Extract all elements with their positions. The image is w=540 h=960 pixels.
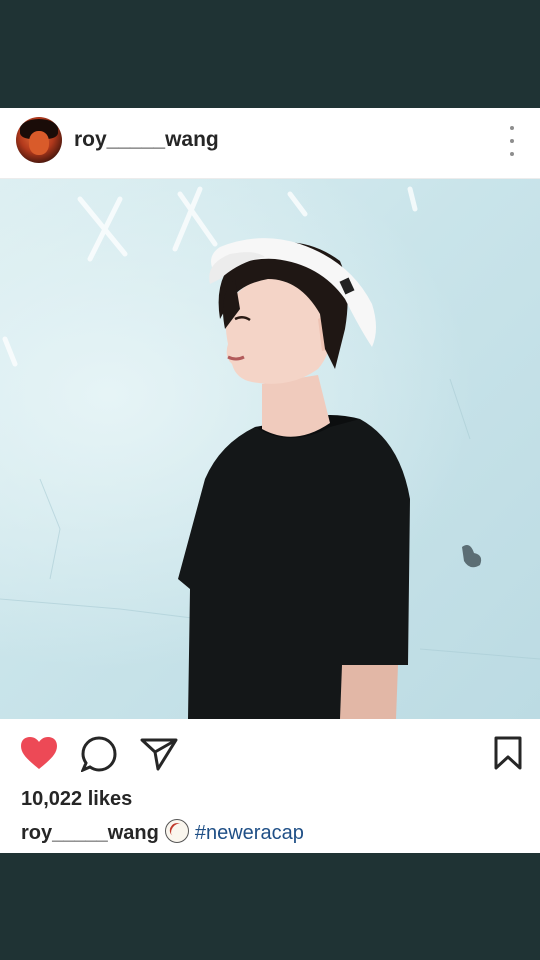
likes-count[interactable]: 10,022 likes (21, 788, 132, 811)
baseball-icon (164, 819, 189, 843)
action-bar (0, 719, 540, 789)
post-caption: roy_____wang #neweracap (21, 819, 304, 845)
more-options-icon[interactable] (506, 126, 518, 156)
avatar[interactable] (16, 117, 62, 163)
post-photo[interactable] (0, 179, 540, 719)
share-icon[interactable] (140, 737, 178, 771)
photo-illustration (0, 186, 540, 719)
avatar-face (29, 131, 49, 155)
post-header: roy_____wang (0, 108, 540, 179)
hashtag-link[interactable]: #neweracap (195, 822, 304, 844)
more-dot (510, 152, 514, 156)
caption-username[interactable]: roy_____wang (21, 822, 159, 844)
bookmark-icon[interactable] (494, 736, 522, 770)
more-dot (510, 126, 514, 130)
heart-icon[interactable] (20, 736, 58, 770)
comment-icon[interactable] (81, 736, 117, 772)
more-dot (510, 139, 514, 143)
post-card: roy_____wang 10,022 likes roy_____wang #… (0, 108, 540, 853)
post-username[interactable]: roy_____wang (74, 128, 219, 152)
